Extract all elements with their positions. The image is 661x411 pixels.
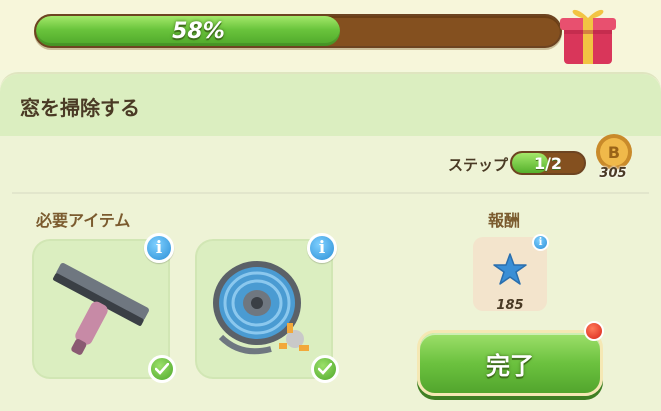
item-info-icon[interactable]: i: [307, 233, 337, 263]
item-complete-check-icon: [311, 355, 339, 383]
gift-box-icon[interactable]: [552, 0, 622, 66]
coin-count: 305: [599, 166, 627, 181]
top-progress-area: 58%: [0, 0, 661, 70]
required-item-hose-reel[interactable]: i: [193, 233, 339, 383]
required-items-label: 必要アイテム: [36, 211, 131, 230]
required-item-squeegee[interactable]: i: [30, 233, 176, 383]
item-complete-check-icon: [148, 355, 176, 383]
level-progress-bar: 58%: [34, 14, 562, 48]
reward-info-icon[interactable]: i: [532, 234, 549, 251]
steps-label: ステップ: [448, 156, 509, 174]
hose-reel-icon: [213, 261, 309, 355]
item-info-icon[interactable]: i: [144, 233, 174, 263]
blue-star-icon: [493, 253, 527, 285]
task-card: 窓を掃除する ステップ 1/2 B 305 必要アイテム 報酬 i i i 18…: [0, 72, 661, 411]
notification-dot-icon: [584, 321, 604, 341]
steps-progress-bar: 1/2: [510, 151, 586, 175]
complete-button[interactable]: 完了: [417, 330, 603, 396]
reward-value: 185: [496, 298, 524, 313]
task-header: 窓を掃除する: [0, 74, 661, 136]
squeegee-icon: [53, 263, 149, 355]
task-title: 窓を掃除する: [20, 96, 140, 120]
progress-percent-text: 58%: [172, 18, 225, 44]
steps-value: 1/2: [533, 153, 563, 173]
svg-text:B: B: [608, 143, 620, 162]
reward-label: 報酬: [488, 211, 521, 230]
section-divider: [12, 192, 649, 194]
